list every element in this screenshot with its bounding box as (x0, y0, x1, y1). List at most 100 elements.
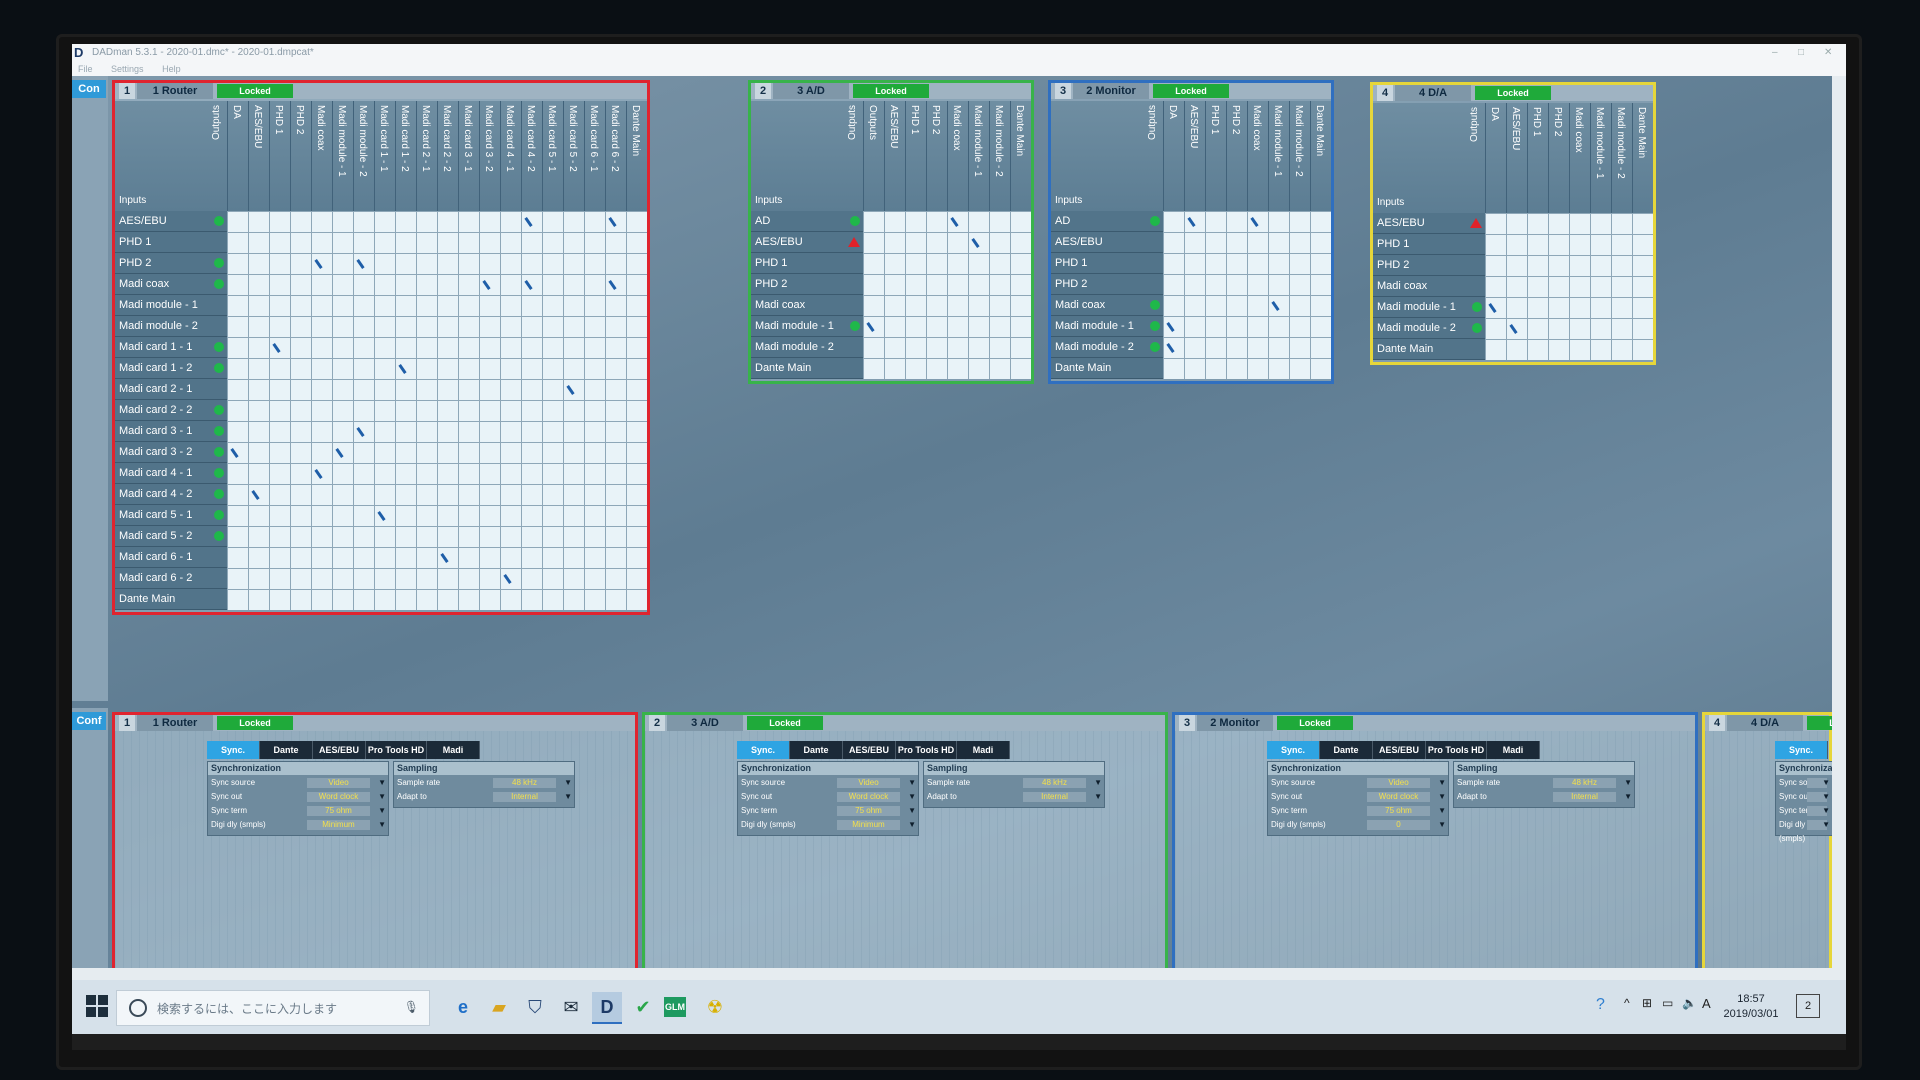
routing-grid[interactable] (227, 211, 647, 610)
setting-value-dropdown[interactable]: Video (837, 778, 900, 788)
output-column-label[interactable]: DA (1167, 105, 1178, 119)
route-marker[interactable] (1250, 217, 1259, 227)
route-marker[interactable] (314, 469, 323, 479)
route-marker[interactable] (356, 259, 365, 269)
setting-value-dropdown[interactable]: 48 kHz (493, 778, 556, 788)
route-marker[interactable] (377, 511, 386, 521)
input-row-label[interactable]: AES/EBU (1373, 213, 1485, 234)
route-marker[interactable] (971, 238, 980, 248)
output-column-label[interactable]: Madi card 4 - 2 (525, 105, 536, 172)
dropdown-arrow-icon[interactable]: ▼ (1438, 776, 1446, 790)
route-marker[interactable] (608, 280, 617, 290)
input-row-label[interactable]: AD (751, 211, 863, 232)
help-icon[interactable]: ? (1596, 996, 1605, 1014)
tab-pro-tools-hd[interactable]: Pro Tools HD (896, 741, 957, 759)
route-marker[interactable] (1187, 217, 1196, 227)
input-row-label[interactable]: Madi card 5 - 2 (115, 526, 227, 547)
output-column-label[interactable]: DA (1489, 107, 1500, 121)
setting-value-dropdown[interactable]: Internal (493, 792, 556, 802)
route-marker[interactable] (524, 217, 533, 227)
input-row-label[interactable]: Madi coax (1373, 276, 1485, 297)
output-column-label[interactable]: PHD 1 (1531, 107, 1542, 136)
input-row-label[interactable]: Madi coax (115, 274, 227, 295)
route-marker[interactable] (482, 280, 491, 290)
vertical-scrollbar[interactable] (1832, 76, 1846, 968)
minimize-button[interactable]: – (1772, 44, 1778, 62)
route-marker[interactable] (566, 385, 575, 395)
menu-file[interactable]: File (78, 64, 93, 74)
input-row-label[interactable]: Madi module - 1 (1373, 297, 1485, 318)
input-row-label[interactable]: Madi card 5 - 1 (115, 505, 227, 526)
edge-icon[interactable]: e (448, 992, 478, 1022)
dropdown-arrow-icon[interactable]: ▼ (378, 804, 386, 818)
panel-name[interactable]: 4 D/A (1395, 85, 1471, 101)
setting-value-dropdown[interactable]: 75 ohm (307, 806, 370, 816)
microphone-icon[interactable]: 🎙 (404, 1000, 419, 1014)
tab-madi[interactable]: Madi (1487, 741, 1540, 759)
tab-pro-tools-hd[interactable]: Pro Tools HD (1426, 741, 1487, 759)
output-column-label[interactable]: Dante Main (630, 105, 641, 156)
route-marker[interactable] (524, 280, 533, 290)
output-column-label[interactable]: Madi card 5 - 2 (567, 105, 578, 172)
clock[interactable]: 18:57 2019/03/01 (1716, 992, 1786, 1022)
output-column-label[interactable]: Madi module - 1 (972, 105, 983, 177)
input-row-label[interactable]: Madi card 3 - 2 (115, 442, 227, 463)
check-app-icon[interactable]: ✔ (628, 992, 658, 1022)
dropdown-arrow-icon[interactable]: ▼ (378, 776, 386, 790)
input-row-label[interactable]: Dante Main (115, 589, 227, 610)
route-marker[interactable] (1271, 301, 1280, 311)
output-column-label[interactable]: AES/EBU (1510, 107, 1521, 150)
output-column-label[interactable]: PHD 2 (294, 105, 305, 134)
horizontal-scrollbar[interactable] (72, 968, 1846, 980)
input-row-label[interactable]: AES/EBU (751, 232, 863, 253)
tab-aes-ebu[interactable]: AES/EBU (313, 741, 366, 759)
tab-sync[interactable]: Sync. (1267, 741, 1320, 759)
tab-sync[interactable]: Sync. (1775, 741, 1828, 759)
route-marker[interactable] (335, 448, 344, 458)
route-marker[interactable] (950, 217, 959, 227)
input-row-label[interactable]: PHD 2 (751, 274, 863, 295)
input-row-label[interactable]: Madi module - 2 (1051, 337, 1163, 358)
output-column-label[interactable]: Dante Main (1014, 105, 1025, 156)
dropdown-arrow-icon[interactable]: ▼ (1438, 818, 1446, 832)
input-row-label[interactable]: Madi card 3 - 1 (115, 421, 227, 442)
input-row-label[interactable]: PHD 2 (1051, 274, 1163, 295)
output-column-label[interactable]: Madi module - 1 (336, 105, 347, 177)
route-marker[interactable] (230, 448, 239, 458)
output-column-label[interactable]: Madi module - 2 (357, 105, 368, 177)
input-row-label[interactable]: Madi coax (1051, 295, 1163, 316)
input-row-label[interactable]: PHD 2 (115, 253, 227, 274)
output-column-label[interactable]: Madi card 5 - 1 (546, 105, 557, 172)
start-button[interactable] (86, 995, 110, 1019)
dropdown-arrow-icon[interactable]: ▼ (378, 818, 386, 832)
panel-name[interactable]: 1 Router (137, 83, 213, 99)
output-column-label[interactable]: Madi module - 1 (1594, 107, 1605, 179)
output-column-label[interactable]: Dante Main (1636, 107, 1647, 158)
input-row-label[interactable]: Madi module - 2 (1373, 318, 1485, 339)
input-row-label[interactable]: Madi card 6 - 2 (115, 568, 227, 589)
dropdown-arrow-icon[interactable]: ▼ (1094, 790, 1102, 804)
input-row-label[interactable]: Madi card 1 - 1 (115, 337, 227, 358)
tab-pro-tools-hd[interactable]: Pro Tools HD (366, 741, 427, 759)
dropdown-arrow-icon[interactable]: ▼ (564, 776, 572, 790)
input-row-label[interactable]: AES/EBU (115, 211, 227, 232)
tab-madi[interactable]: Madi (427, 741, 480, 759)
dropdown-arrow-icon[interactable]: ▼ (1438, 790, 1446, 804)
input-row-label[interactable]: Dante Main (1373, 339, 1485, 360)
output-column-label[interactable]: Outputs (867, 105, 878, 140)
dropdown-arrow-icon[interactable]: ▼ (908, 790, 916, 804)
input-row-label[interactable]: PHD 1 (1051, 253, 1163, 274)
output-column-label[interactable]: AES/EBU (1188, 105, 1199, 148)
tab-aes-ebu[interactable]: AES/EBU (1373, 741, 1426, 759)
output-column-label[interactable]: Madi card 2 - 1 (420, 105, 431, 172)
output-column-label[interactable]: Dante Main (1314, 105, 1325, 156)
input-row-label[interactable]: AES/EBU (1051, 232, 1163, 253)
output-column-label[interactable]: Madi card 1 - 2 (399, 105, 410, 172)
output-column-label[interactable]: Madi coax (315, 105, 326, 151)
radiation-app-icon[interactable]: ☢ (700, 992, 730, 1022)
routing-side-tab[interactable]: Con (72, 80, 106, 98)
route-marker[interactable] (272, 343, 281, 353)
network-icon[interactable]: ⊞ (1642, 996, 1652, 1010)
dropdown-arrow-icon[interactable]: ▼ (1822, 790, 1830, 804)
input-row-label[interactable]: PHD 2 (1373, 255, 1485, 276)
